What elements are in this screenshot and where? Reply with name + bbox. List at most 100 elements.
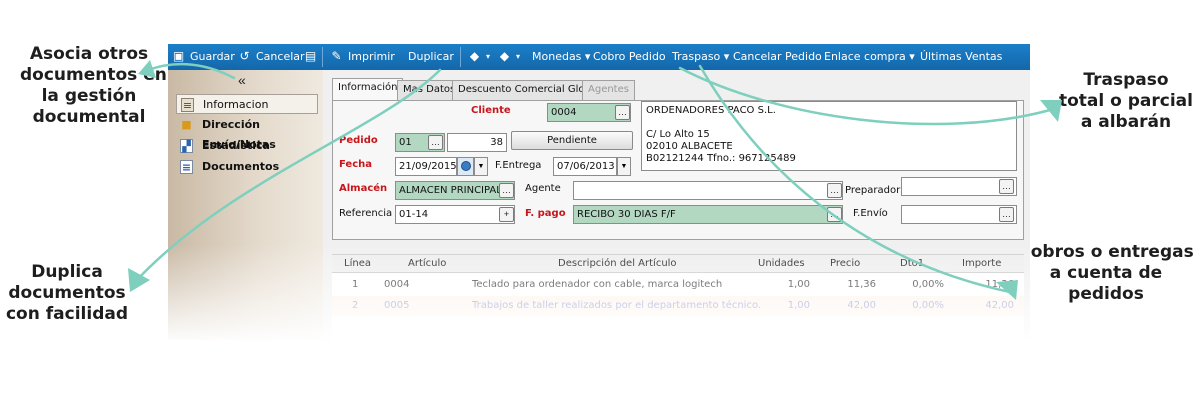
callout-traspaso: Traspaso total o parcial a albarán [1058,70,1194,133]
document-icon: ≡ [181,98,194,112]
almacen-field[interactable]: ALMACEN PRINCIPAL [395,181,515,200]
forward-dropdown-icon[interactable]: ▾ [516,52,520,61]
form-panel: Cliente 0004 … ORDENADORES PACO S.L. C/ … [332,100,1024,240]
monedas-menu[interactable]: Monedas ▾ [532,50,590,63]
column-header[interactable]: Descripción del Artículo [558,255,677,273]
cobro-pedido-button[interactable]: Cobro Pedido [593,50,666,63]
main-panel: Información Mas Datos Descuento Comercia… [328,70,1030,340]
fpago-field[interactable]: RECIBO 30 DIAS F/F [573,205,843,224]
address-line: C/ Lo Alto 15 [646,129,710,140]
forward-arrow-icon[interactable]: ◆ [498,49,511,63]
preparador-lookup-button[interactable]: … [999,179,1014,194]
callout-line: documentos [8,283,126,303]
callout-line: documental [32,107,146,127]
print-icon[interactable]: ✎ [330,49,343,63]
back-dropdown-icon[interactable]: ▾ [486,52,490,61]
callout-line: Asocia otros [29,44,149,64]
table-row[interactable]: 1 0004 Teclado para ordenador con cable,… [332,275,1024,295]
callout-line: total o parcial [1059,91,1193,111]
traspaso-menu[interactable]: Traspaso ▾ [672,50,729,63]
traspaso-label: Traspaso [672,50,721,63]
column-header[interactable]: Importe [962,255,1001,273]
folder-icon: ■ [181,118,192,131]
fentrega-dropdown-icon[interactable]: ▼ [617,157,631,176]
callout-line: a albarán [1080,112,1172,132]
tab-agentes[interactable]: Agentes [582,80,635,100]
back-arrow-icon[interactable]: ◆ [468,49,481,63]
sidebar: « ≡ Informacion ■ Dirección Envío/Notas … [168,70,323,340]
pedido-serie-lookup-button[interactable]: … [428,135,443,150]
estado-pendiente-button[interactable]: Pendiente [511,131,633,150]
agente-field[interactable] [573,181,843,200]
save-icon[interactable]: ▣ [172,49,185,63]
sidebar-item-label: Documentos [202,160,280,173]
callout-line: con facilidad [5,304,128,324]
cell-articulo: 0004 [384,279,410,290]
calendar-icon[interactable] [457,157,474,176]
address-line: ORDENADORES PACO S.L. [646,105,776,116]
cell-unidades: 1,00 [787,279,810,290]
fpago-lookup-button[interactable]: … [827,207,842,222]
cell-precio: 11,36 [847,279,876,290]
imprimir-button[interactable]: Imprimir [348,50,395,63]
cell-dto1: 0,00% [912,300,944,311]
fpago-label: F. pago [525,208,566,219]
duplicar-button[interactable]: Duplicar [408,50,454,63]
fenvio-lookup-button[interactable]: … [999,207,1014,222]
column-header[interactable]: Precio [830,255,860,273]
ultimas-ventas-button[interactable]: Últimas Ventas [920,50,1002,63]
address-line: 02010 ALBACETE [646,141,733,152]
referencia-add-button[interactable]: + [499,207,514,222]
column-header[interactable]: Unidades [758,255,805,273]
almacen-lookup-button[interactable]: … [499,183,514,198]
enlace-compra-label: Enlace compra [824,50,906,63]
cliente-lookup-button[interactable]: … [615,105,630,120]
cancelar-button[interactable]: Cancelar [256,50,305,63]
cell-importe: 11,36 [985,279,1014,290]
fentrega-label: F.Entrega [495,160,542,171]
cell-precio: 42,00 [847,300,876,311]
callout-duplica: Duplica documentos con facilidad [2,262,132,325]
cliente-label: Cliente [471,105,511,116]
cancelar-pedido-button[interactable]: Cancelar Pedido [733,50,822,63]
toolbar-separator [322,47,323,67]
column-header[interactable]: Línea [344,255,371,273]
fecha-label: Fecha [339,159,373,170]
chart-icon: ▞ [180,139,193,153]
column-header[interactable]: Dto1 [900,255,924,273]
sidebar-item-direccion[interactable]: ■ Dirección Envío/Notas [176,115,318,151]
enlace-compra-menu[interactable]: Enlace compra ▾ [824,50,915,63]
cell-linea: 2 [352,300,359,311]
collapse-button[interactable]: « [238,72,246,88]
sidebar-item-label: Estadística [202,139,270,152]
fecha-dropdown-icon[interactable]: ▼ [474,157,488,176]
sidebar-item-documentos[interactable]: ≡ Documentos [176,157,318,177]
callout-line: Traspaso [1083,70,1169,90]
referencia-label: Referencia [339,208,393,219]
undo-icon[interactable]: ↺ [238,49,251,63]
table-row[interactable]: 2 0005 Trabajos de taller realizados por… [332,296,1024,316]
sidebar-item-estadistica[interactable]: ▞ Estadística [176,136,318,156]
cell-articulo: 0005 [384,300,410,311]
lines-table: Línea Artículo Descripción del Artículo … [332,254,1024,340]
referencia-field[interactable]: 01-14 [395,205,515,224]
cell-descripcion: Teclado para ordenador con cable, marca … [472,279,723,290]
tab-informacion[interactable]: Información [332,78,404,101]
agente-lookup-button[interactable]: … [827,183,842,198]
guardar-button[interactable]: Guardar [190,50,235,63]
pedido-numero-field[interactable]: 38 [447,133,507,152]
sidebar-item-label: Informacion [203,98,269,111]
address-line: B02121244 Tfno.: 967125489 [646,153,796,164]
calendar-dot [461,161,471,171]
callout-line: Cobros o entregas [1018,242,1194,262]
callout-line: documentos en [20,65,167,85]
fentrega-field[interactable]: 07/06/2013 [553,157,617,176]
callout-asocia: Asocia otros documentos en la gestión do… [20,44,167,128]
save-close-icon[interactable]: ▤ [304,49,317,63]
cell-unidades: 1,00 [787,300,810,311]
fecha-field[interactable]: 21/09/2015 [395,157,457,176]
column-header[interactable]: Artículo [408,255,446,273]
sidebar-item-informacion[interactable]: ≡ Informacion [176,94,318,114]
agente-label: Agente [525,183,561,194]
app-window: ▣ Guardar ↺ Cancelar ▤ ✎ Imprimir Duplic… [168,44,1030,340]
